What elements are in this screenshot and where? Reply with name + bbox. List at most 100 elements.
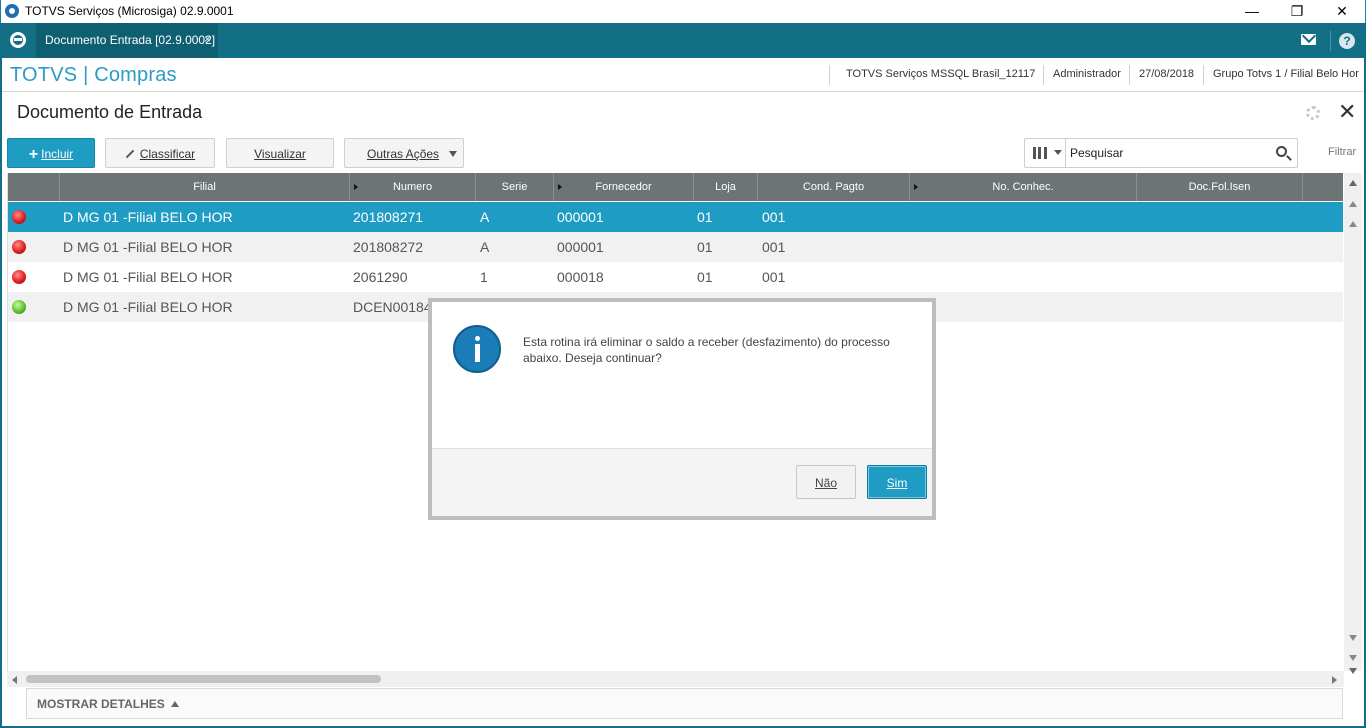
tab-label: Documento Entrada [02.9.0002]	[45, 33, 216, 47]
filtrar-link[interactable]: Filtrar	[1328, 146, 1356, 158]
header-separator	[1043, 65, 1044, 85]
cell-fornecedor: 000001	[557, 239, 604, 255]
status-green-icon	[12, 300, 26, 314]
column-header-filial[interactable]: Filial	[60, 173, 350, 201]
sim-label: Sim	[886, 476, 908, 490]
scroll-down-icon[interactable]	[1349, 635, 1357, 641]
app-logo-icon	[5, 4, 19, 18]
date-label: 27/08/2018	[1139, 68, 1195, 80]
column-label: Numero	[392, 181, 433, 193]
info-icon-bar	[475, 344, 480, 362]
status-red-icon	[12, 210, 26, 224]
column-label: No. Conhec.	[992, 181, 1054, 193]
column-header-numero[interactable]: Numero	[350, 173, 476, 201]
scroll-up-icon[interactable]	[1349, 201, 1357, 207]
header-separator	[1129, 65, 1130, 85]
cell-filial: D MG 01 -Filial BELO HOR	[63, 269, 233, 285]
cell-serie: 1	[480, 269, 488, 285]
column-header-serie[interactable]: Serie	[476, 173, 554, 201]
scrollbar-thumb[interactable]	[26, 675, 381, 683]
visualizar-button[interactable]: Visualizar	[226, 138, 334, 168]
scroll-right-icon[interactable]	[1332, 676, 1337, 684]
user-label: Administrador	[1053, 68, 1121, 80]
mostrar-detalhes-toggle[interactable]: MOSTRAR DETALHES	[26, 688, 1343, 719]
gear-icon[interactable]	[1306, 106, 1320, 120]
scroll-down-icon[interactable]	[1349, 655, 1357, 661]
cell-cond-pagto: 001	[762, 269, 786, 285]
minimize-button[interactable]: —	[1229, 0, 1275, 23]
search-input[interactable]	[1070, 143, 1270, 163]
table-row[interactable]: D MG 01 -Filial BELO HOR 2061290 1 00001…	[8, 262, 1343, 292]
column-label: Cond. Pagto	[802, 181, 865, 193]
scroll-up-icon[interactable]	[1349, 180, 1357, 186]
dialog-footer: Não Sim	[432, 448, 932, 516]
restore-button[interactable]: ❐	[1274, 0, 1320, 23]
plus-icon: +	[28, 146, 39, 163]
window-border	[0, 23, 2, 728]
totvs-home-icon	[10, 32, 26, 48]
window-close-button[interactable]: ✕	[1319, 0, 1365, 23]
tabbar-divider	[1330, 31, 1331, 51]
dialog-body: Esta rotina irá eliminar o saldo a receb…	[432, 302, 932, 516]
column-label: Loja	[715, 181, 736, 193]
vertical-scrollbar[interactable]	[1344, 173, 1362, 674]
sort-arrow-icon	[914, 184, 918, 190]
pencil-icon	[125, 149, 135, 159]
nao-button[interactable]: Não	[796, 465, 856, 499]
cell-loja: 01	[697, 239, 713, 255]
chevron-down-icon	[1054, 150, 1062, 155]
column-header-status[interactable]	[8, 173, 60, 201]
window-titlebar: TOTVS Serviços (Microsiga) 02.9.0001 — ❐…	[0, 0, 1366, 23]
column-label: Doc.Fol.Isen	[1188, 181, 1251, 193]
chevron-up-icon	[170, 701, 179, 707]
close-page-icon[interactable]: ✕	[1338, 101, 1356, 123]
cell-serie: A	[480, 239, 490, 255]
app-header: TOTVS | Compras TOTVS Serviços MSSQL Bra…	[1, 58, 1365, 92]
cell-cond-pagto: 001	[762, 239, 786, 255]
home-button[interactable]	[0, 23, 36, 58]
page-title: Documento de Entrada	[17, 102, 203, 122]
column-header-cond-pagto[interactable]: Cond. Pagto	[758, 173, 910, 201]
column-label: Fornecedor	[595, 181, 652, 193]
column-label: Serie	[501, 181, 528, 193]
status-red-icon	[12, 270, 26, 284]
info-icon	[453, 325, 501, 373]
search-icon[interactable]	[1276, 146, 1287, 157]
mail-icon[interactable]	[1301, 34, 1316, 45]
horizontal-scrollbar[interactable]	[7, 671, 1344, 687]
outras-acoes-label: Outras Ações	[367, 147, 440, 161]
scroll-left-icon[interactable]	[12, 676, 17, 684]
outras-acoes-dropdown[interactable]: Outras Ações	[344, 138, 464, 168]
column-header-fornecedor[interactable]: Fornecedor	[554, 173, 694, 201]
cell-fornecedor: 000018	[557, 269, 604, 285]
table-row[interactable]: D MG 01 -Filial BELO HOR 201808271 A 000…	[8, 202, 1343, 232]
cell-loja: 01	[697, 269, 713, 285]
cell-filial: D MG 01 -Filial BELO HOR	[63, 299, 233, 315]
sort-arrow-icon	[558, 184, 562, 190]
column-header-no-conhec[interactable]: No. Conhec.	[910, 173, 1137, 201]
scroll-up-icon[interactable]	[1349, 221, 1357, 227]
nao-label: Não	[814, 476, 837, 490]
incluir-button[interactable]: + Incluir	[7, 138, 95, 168]
visualizar-label: Visualizar	[254, 147, 306, 161]
search-box	[1024, 138, 1298, 168]
sim-button[interactable]: Sim	[867, 465, 927, 499]
classificar-button[interactable]: Classificar	[105, 138, 215, 168]
columns-selector[interactable]	[1025, 139, 1066, 167]
table-row[interactable]: D MG 01 -Filial BELO HOR 201808272 A 000…	[8, 232, 1343, 262]
column-header-doc-fol-isen[interactable]: Doc.Fol.Isen	[1137, 173, 1303, 201]
sort-arrow-icon	[354, 184, 358, 190]
cell-serie: A	[480, 209, 490, 225]
help-icon[interactable]: ?	[1339, 33, 1355, 49]
tab-documento-entrada[interactable]: Documento Entrada [02.9.0002] ×	[36, 23, 218, 58]
info-icon-dot	[475, 336, 480, 341]
column-header-loja[interactable]: Loja	[694, 173, 758, 201]
scroll-down-icon[interactable]	[1349, 668, 1357, 674]
incluir-label: Incluir	[41, 147, 74, 161]
environment-label: TOTVS Serviços MSSQL Brasil_12117	[846, 68, 1036, 80]
cell-numero: 201808272	[353, 239, 424, 255]
cell-fornecedor: 000001	[557, 209, 604, 225]
tab-close-icon[interactable]: ×	[204, 32, 211, 46]
chevron-down-icon	[449, 151, 457, 157]
classificar-label: Classificar	[139, 147, 196, 161]
